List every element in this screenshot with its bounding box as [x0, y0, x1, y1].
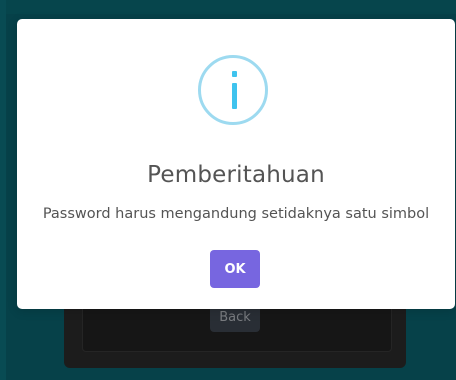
ok-button[interactable]: OK	[210, 250, 260, 288]
info-icon-dot	[232, 71, 237, 77]
dialog-title: Pemberitahuan	[147, 162, 325, 188]
alert-dialog: Pemberitahuan Password harus mengandung …	[17, 19, 455, 309]
dialog-message: Password harus mengandung setidaknya sat…	[42, 206, 430, 222]
info-icon	[198, 55, 268, 125]
app-screen: Back Pemberitahuan Password harus mengan…	[0, 0, 456, 380]
info-icon-stem	[232, 83, 237, 109]
